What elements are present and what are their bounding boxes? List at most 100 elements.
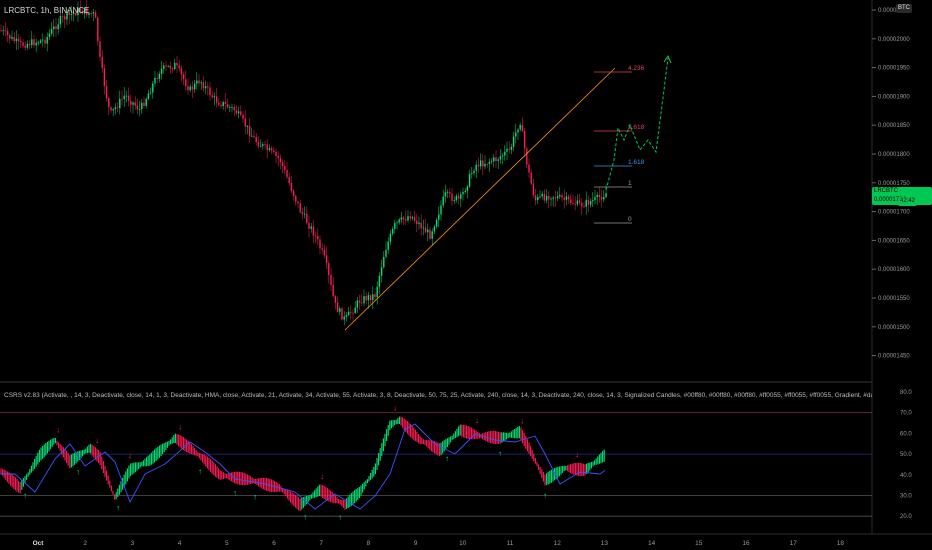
candle-body: [292, 190, 295, 196]
candle-body: [321, 248, 323, 250]
candle-body: [218, 102, 220, 105]
price-axis[interactable]: 0.000020500.000020000.000019500.00001900…: [872, 8, 910, 360]
candle-body: [286, 170, 288, 178]
candle-body: [275, 151, 277, 157]
candle-body: [559, 195, 561, 197]
candle-body: [61, 16, 64, 17]
candle-body: [400, 217, 403, 220]
candle-body: [253, 135, 255, 137]
candle-body: [165, 65, 167, 67]
indicator-title[interactable]: CSRS v2.83 (Activate, , 14, 3, Deactivat…: [4, 392, 872, 399]
time-axis[interactable]: Oct 2 3 4 5 6 7 8 9 10 11 12 13 14 15 16 17 18: [0, 533, 932, 547]
candle-body: [495, 157, 497, 161]
candle-body: [347, 311, 350, 315]
candle-body: [262, 144, 264, 146]
candle-body: [187, 86, 189, 91]
candle-body: [528, 164, 530, 173]
candle-body: [92, 12, 95, 14]
fib-extension[interactable]: 4.2362.6181.61810: [344, 65, 645, 331]
candle-body: [328, 263, 330, 276]
time-tick-label: 10: [459, 540, 467, 547]
candle-body: [592, 200, 594, 202]
candle-body: [548, 195, 550, 200]
candle-body: [257, 142, 260, 147]
price-tick-label: 0.00001900: [878, 94, 910, 100]
candle-body: [123, 95, 125, 99]
candle-body: [457, 195, 460, 199]
candle-body: [576, 200, 579, 205]
candle-body: [244, 118, 246, 127]
sell-signal-arrow: ↓: [393, 404, 397, 413]
candle-body: [134, 102, 136, 106]
candle-body: [259, 145, 262, 147]
candle-body: [339, 308, 341, 312]
candle-body: [48, 33, 51, 37]
buy-signal-arrow: ↑: [233, 489, 237, 498]
candle-body: [493, 157, 495, 162]
time-tick-label: 2: [83, 540, 87, 547]
candle-body: [497, 159, 499, 161]
candle-body: [284, 166, 286, 170]
candle-body: [264, 144, 266, 145]
candle-body: [407, 216, 409, 221]
candle-body: [15, 38, 18, 42]
candle-body: [189, 86, 191, 91]
candle-body: [149, 92, 152, 94]
fib-level-label: 0: [628, 216, 632, 223]
candle-body: [372, 294, 374, 301]
symbol-title[interactable]: LRCBTC, 1h, BINANCE: [4, 6, 89, 15]
candle-body: [363, 296, 365, 304]
candle-body: [312, 226, 315, 236]
sell-signal-arrow: ↓: [575, 450, 579, 459]
candle-body: [345, 315, 348, 317]
time-tick-label: 18: [837, 540, 845, 547]
candle-body: [9, 35, 11, 39]
candle-body: [341, 308, 343, 320]
candle-body: [600, 197, 603, 200]
time-tick-label: 4: [178, 540, 182, 547]
sell-signal-arrow: ↓: [520, 417, 524, 426]
candle-body: [145, 99, 147, 106]
candle-body: [352, 312, 354, 314]
candle-body: [603, 197, 605, 200]
candle-body: [28, 43, 31, 46]
candle-body: [515, 132, 517, 137]
candle-body: [242, 114, 244, 119]
candle-body: [574, 203, 576, 205]
candle-body: [589, 201, 592, 205]
candle-body: [143, 102, 145, 106]
chart-canvas[interactable]: 4.2362.6181.61810 ↑↑↑↑↑ ↑↑ ↑↑↑↑↓↓↓↓↓↓↓ ↓↓ 0…: [0, 0, 932, 550]
candle-body: [108, 98, 110, 108]
candle-body: [204, 86, 207, 89]
indicator-pane: ↑ ↑ ↑ ↑ ↑ ↑ ↑ ↑ ↑ ↑ ↑ ↓ ↓ ↓ ↓ ↓ ↓ ↓ ↓ ↓: [0, 404, 872, 522]
candle-body: [486, 163, 488, 165]
candle-body: [182, 74, 185, 80]
candle-body: [116, 107, 119, 109]
price-tick-label: 0.00001500: [878, 325, 910, 331]
bar-timer: 42:42: [898, 197, 918, 206]
candle-body: [442, 196, 444, 206]
candle-body: [365, 296, 367, 301]
candle-body: [383, 256, 385, 268]
candle-body: [211, 95, 213, 98]
candle-body: [585, 199, 587, 207]
candle-body: [438, 214, 440, 220]
candle-body: [222, 102, 224, 107]
candle-body: [552, 197, 554, 199]
currency-badge[interactable]: BTC: [896, 4, 912, 13]
candle-body: [167, 65, 169, 67]
candle-body: [411, 217, 414, 219]
candle-body: [396, 222, 398, 224]
candle-body: [248, 125, 251, 136]
candle-body: [380, 267, 383, 276]
indicator-tick-label: 20.0: [900, 514, 912, 520]
candle-body: [42, 39, 44, 41]
candle-body: [127, 95, 130, 101]
candle-body: [449, 191, 451, 194]
candle-body: [90, 13, 92, 14]
candle-body: [97, 17, 99, 42]
candle-body: [163, 65, 165, 69]
indicator-axis[interactable]: 80.0 70.0 60.0 50.0 40.0 30.0 20.0: [900, 390, 912, 520]
candle-body: [330, 275, 332, 285]
candle-body: [594, 197, 596, 201]
